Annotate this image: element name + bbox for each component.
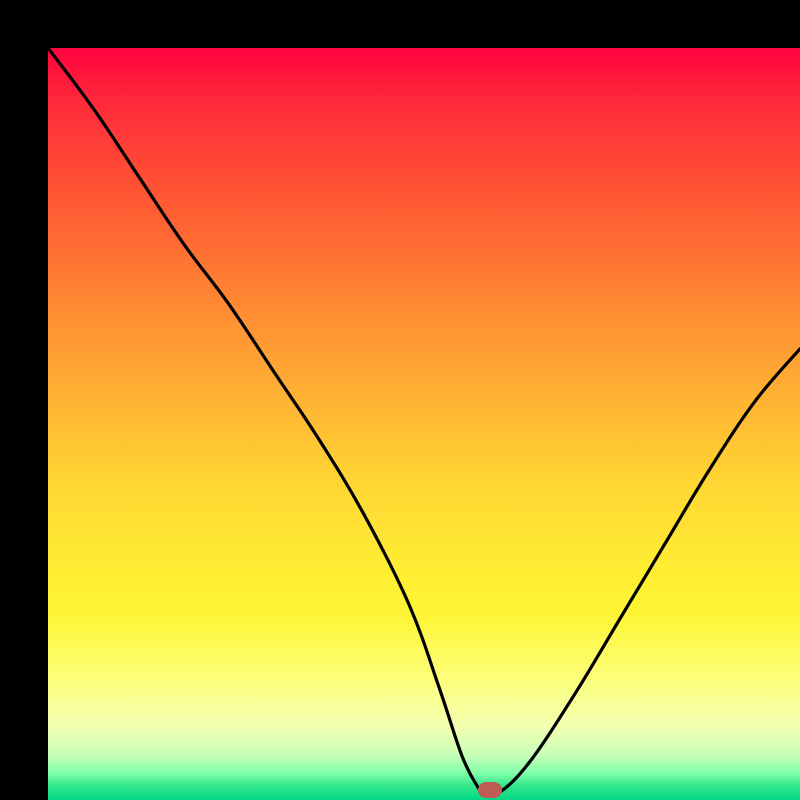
chart-frame bbox=[0, 0, 800, 800]
bottleneck-curve bbox=[48, 48, 800, 800]
optimal-point-marker bbox=[478, 782, 502, 798]
plot-area bbox=[48, 48, 800, 800]
